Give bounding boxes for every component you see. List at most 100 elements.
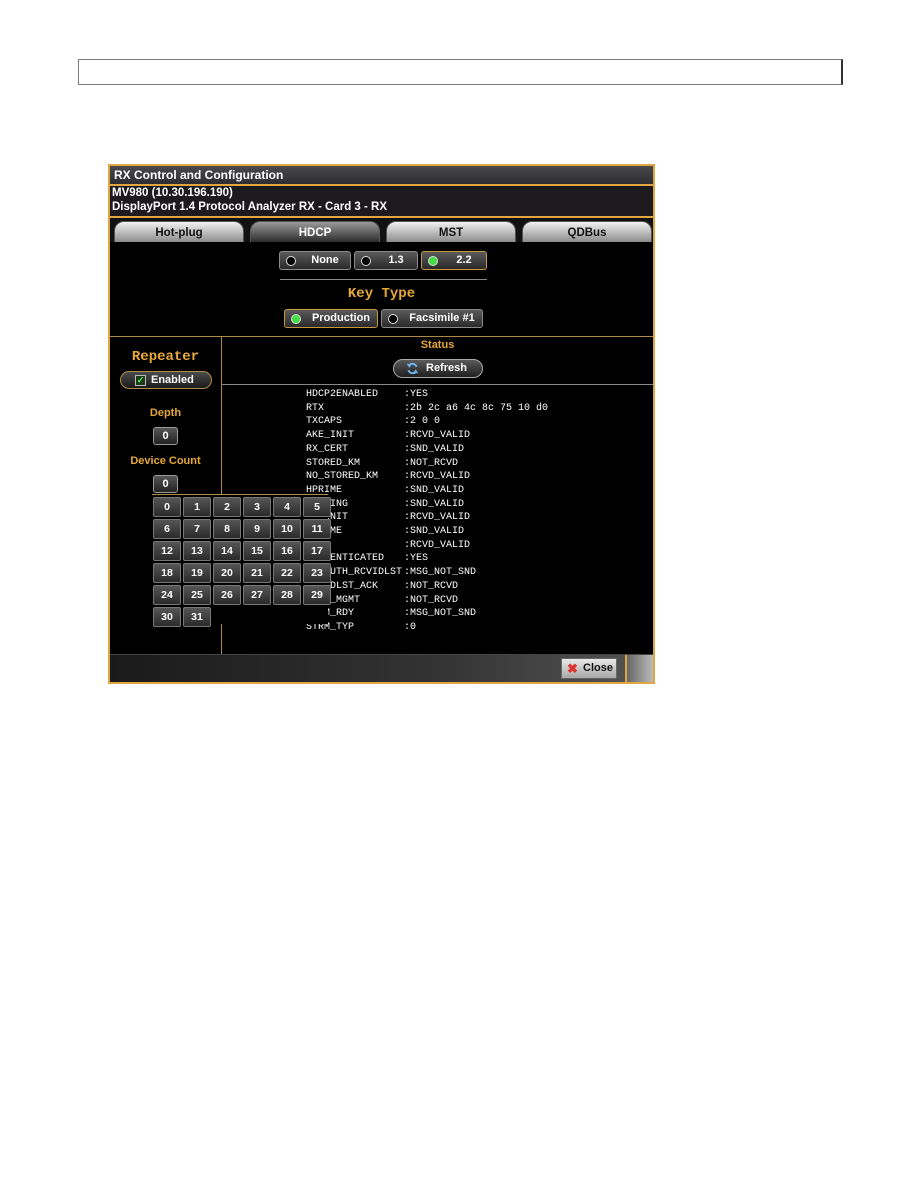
status-key: TXCAPS [306, 416, 343, 428]
keypad-key[interactable]: 13 [183, 541, 211, 561]
status-row: STRM_TYP:0 [306, 621, 548, 635]
status-row: STORED_KM :NOT_RCVD [306, 457, 548, 471]
status-value: :NOT_RCVD [404, 457, 459, 469]
key-production-radio[interactable]: Production [284, 309, 378, 328]
hdcp-2-2-radio[interactable]: 2.2 [421, 251, 487, 270]
status-value: :NOT_RCVD [404, 594, 459, 606]
refresh-button[interactable]: Refresh [393, 359, 483, 378]
status-value: :RCVD_VALID [404, 539, 471, 551]
keypad-key[interactable]: 31 [183, 607, 211, 627]
status-row: SKE:RCVD_VALID [306, 539, 548, 553]
keypad-key[interactable]: 28 [273, 585, 301, 605]
status-list: HDCP2ENABLED:YES RTX:2b 2c a6 4c 8c 75 10… [306, 388, 548, 635]
status-key: AKE_INIT [306, 430, 355, 442]
radio-on-icon [428, 256, 438, 266]
keypad-key[interactable]: 24 [153, 585, 181, 605]
keypad-key[interactable]: 18 [153, 563, 181, 583]
status-value: :0 [404, 621, 417, 633]
status-value: :YES [404, 553, 429, 565]
status-row: NO_STORED_KM:RCVD_VALID [306, 470, 548, 484]
hdcp-1-3-radio[interactable]: 1.3 [354, 251, 418, 270]
rx-control-dialog: RX Control and Configuration MV980 (10.3… [108, 164, 655, 684]
radio-on-icon [291, 314, 301, 324]
radio-off-icon [361, 256, 371, 266]
keypad-key[interactable]: 10 [273, 519, 301, 539]
dialog-footer: ✖ Close [110, 654, 653, 682]
tab-bar: Hot-plug HDCP MST QDBus [110, 218, 653, 242]
status-row: AUTHENTICATED:YES [306, 552, 548, 566]
status-row: TXCAPS:2 0 0 [306, 415, 548, 429]
status-row: RTX :2b 2c a6 4c 8c 75 10 d0 [306, 402, 548, 416]
status-row: STRM_RDY:MSG_NOT_SND [306, 607, 548, 621]
tab-hdcp[interactable]: HDCP [250, 221, 380, 242]
device-description: DisplayPort 1.4 Protocol Analyzer RX - C… [112, 201, 388, 213]
keypad-key[interactable]: 6 [153, 519, 181, 539]
keypad-key[interactable]: 11 [303, 519, 331, 539]
keypad-key[interactable]: 19 [183, 563, 211, 583]
keypad-key[interactable]: 12 [153, 541, 181, 561]
device-count-label: Device Count [130, 455, 201, 467]
keypad-key[interactable]: 9 [243, 519, 271, 539]
device-info: MV980 (10.30.196.190) DisplayPort 1.4 Pr… [110, 186, 653, 218]
keypad-key[interactable]: 21 [243, 563, 271, 583]
tab-qdbus[interactable]: QDBus [522, 221, 652, 242]
status-row: LC_INIT:RCVD_VALID [306, 511, 548, 525]
status-value: :MSG_NOT_SND [404, 567, 477, 579]
page-header-box [78, 59, 843, 85]
keypad-key[interactable]: 7 [183, 519, 211, 539]
device-name: MV980 (10.30.196.190) [112, 187, 233, 199]
keypad-key[interactable]: 16 [273, 541, 301, 561]
status-value: :SND_VALID [404, 498, 465, 510]
status-section: Status Refresh [222, 337, 653, 385]
keypad-key[interactable]: 3 [243, 497, 271, 517]
keypad-key[interactable]: 25 [183, 585, 211, 605]
keypad-key[interactable]: 30 [153, 607, 181, 627]
status-key: RX_CERT [306, 443, 349, 455]
status-value: :2b 2c a6 4c 8c 75 10 d0 [404, 402, 549, 414]
status-row: HDCP2ENABLED:YES [306, 388, 548, 402]
key-facsimile-radio[interactable]: Facsimile #1 [381, 309, 483, 328]
refresh-icon [406, 362, 419, 375]
status-row: AKE_INIT :RCVD_VALID [306, 429, 548, 443]
status-value: :RCVD_VALID [404, 430, 471, 442]
status-row: REPAUTH_RCVIDLST:MSG_NOT_SND [306, 566, 548, 580]
keypad-key[interactable]: 4 [273, 497, 301, 517]
status-key: HDCP2ENABLED [306, 389, 379, 400]
divider [280, 279, 487, 280]
status-value: :RCVD_VALID [404, 512, 471, 524]
status-key: RTX [306, 402, 325, 414]
keypad-key[interactable]: 15 [243, 541, 271, 561]
keypad-key[interactable]: 1 [183, 497, 211, 517]
repeater-title: Repeater [131, 349, 200, 365]
dialog-title: RX Control and Configuration [110, 166, 653, 186]
keypad-key[interactable]: 27 [243, 585, 271, 605]
keypad-key[interactable]: 29 [303, 585, 331, 605]
keypad-key[interactable]: 8 [213, 519, 241, 539]
repeater-enabled-toggle[interactable]: ✓ Enabled [120, 371, 212, 389]
status-row: HPRIME:SND_VALID [306, 484, 548, 498]
hdcp-none-radio[interactable]: None [279, 251, 351, 270]
keypad-key[interactable]: 20 [213, 563, 241, 583]
status-value: :SND_VALID [404, 443, 465, 455]
status-value: :MSG_NOT_SND [404, 608, 477, 620]
close-button[interactable]: ✖ Close [561, 658, 617, 679]
keypad-key[interactable]: 2 [213, 497, 241, 517]
tab-hot-plug[interactable]: Hot-plug [114, 221, 244, 242]
keypad-key[interactable]: 23 [303, 563, 331, 583]
resize-grip[interactable] [625, 655, 653, 682]
status-value: :SND_VALID [404, 526, 465, 538]
keypad-key[interactable]: 17 [303, 541, 331, 561]
device-count-field[interactable]: 0 [153, 475, 178, 493]
keypad-key[interactable]: 14 [213, 541, 241, 561]
keypad-key[interactable]: 5 [303, 497, 331, 517]
status-row: LPRIME:SND_VALID [306, 525, 548, 539]
keypad-key[interactable]: 26 [213, 585, 241, 605]
status-key: NO_STORED_KM [306, 471, 379, 483]
keypad-key[interactable]: 0 [153, 497, 181, 517]
depth-field[interactable]: 0 [153, 427, 178, 445]
key-type-title: Key Type [347, 286, 416, 302]
status-key: STORED_KM [306, 457, 361, 469]
tab-mst[interactable]: MST [386, 221, 516, 242]
status-title: Status [420, 339, 455, 351]
keypad-key[interactable]: 22 [273, 563, 301, 583]
